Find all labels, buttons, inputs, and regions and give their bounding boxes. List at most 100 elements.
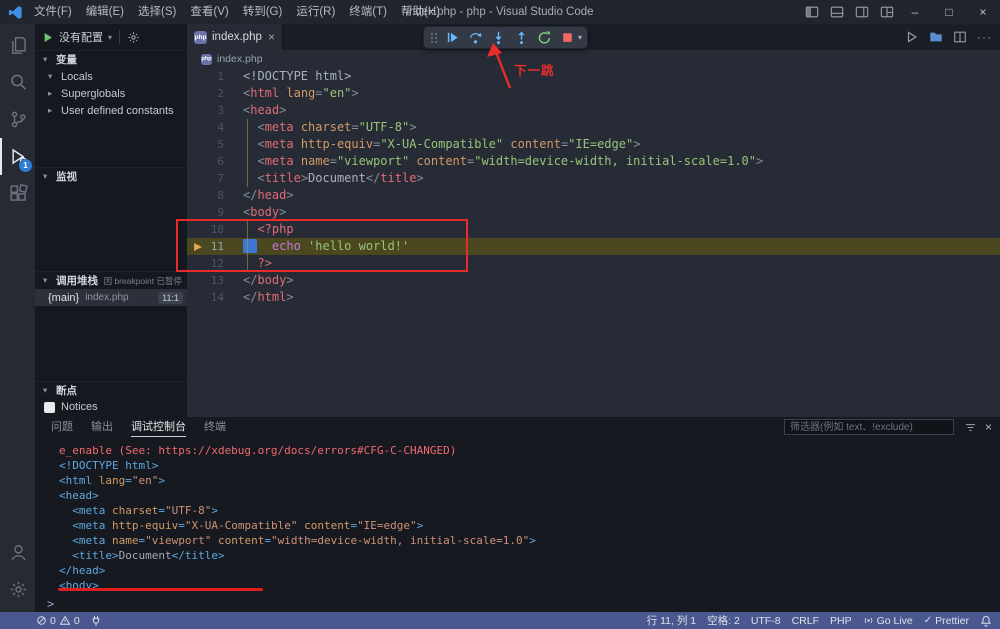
menu-item-0[interactable]: 文件(F) (27, 0, 79, 24)
menu-item-5[interactable]: 运行(R) (289, 0, 342, 24)
maximize-button[interactable]: □ (932, 0, 966, 24)
code-line-12[interactable]: 12 ?> (187, 255, 1000, 272)
run-configuration-select[interactable]: 没有配置 (59, 29, 103, 45)
account-button[interactable] (0, 534, 35, 571)
line-number: 6 (217, 155, 224, 168)
notifications-bell-icon[interactable] (980, 615, 992, 627)
sidebar-item-explorer[interactable] (0, 27, 35, 64)
breakpoints-section-header[interactable]: ▾ 断点 (35, 381, 187, 399)
sidebar-item-search[interactable] (0, 64, 35, 101)
code-line-9[interactable]: 9 <body> (187, 204, 1000, 221)
continue-button[interactable] (442, 28, 462, 48)
console-line-7: <meta name="viewport" content="width=dev… (72, 534, 536, 547)
close-button[interactable]: × (966, 0, 1000, 24)
toggle-sidebar-icon[interactable] (805, 5, 819, 19)
indentation[interactable]: 空格: 2 (707, 613, 740, 628)
console-filter-input[interactable] (784, 419, 954, 435)
console-line-1: e_enable (See: https://xdebug.org/docs/e… (59, 444, 457, 457)
panel-tab-0[interactable]: 问题 (51, 418, 73, 437)
toggle-secondary-sidebar-icon[interactable] (855, 5, 869, 19)
panel-tab-2[interactable]: 调试控制台 (131, 418, 186, 437)
code-line-5[interactable]: 5 <meta http-equiv="X-UA-Compatible" con… (187, 136, 1000, 153)
minimize-button[interactable]: – (898, 0, 932, 24)
panel-tab-1[interactable]: 输出 (91, 418, 113, 437)
toggle-panel-icon[interactable] (830, 5, 844, 19)
code-line-14[interactable]: 14 </html> (187, 289, 1000, 306)
variables-item-2[interactable]: ▸ User defined constants (35, 102, 187, 119)
restart-button[interactable] (534, 28, 554, 48)
code-line-11[interactable]: 11 echo 'hello world!' (187, 238, 1000, 255)
check-icon: ✓ (923, 615, 933, 626)
debug-toolbar: ▾ (423, 26, 589, 49)
line-content: <head> (243, 103, 287, 117)
panel-tab-3[interactable]: 终端 (204, 418, 226, 437)
status-bar-left: 0 0 (36, 615, 102, 627)
php-icon: php (194, 30, 207, 44)
settings-button[interactable] (0, 571, 35, 608)
filter-icon[interactable] (964, 421, 977, 434)
line-gutter: 13 (187, 272, 243, 289)
variables-section-header[interactable]: ▾ 变量 (35, 50, 187, 68)
code-lines: 1 <!DOCTYPE html> 2 <html lang="en"> 3 <head>… (187, 68, 1000, 417)
debug-settings-gear-icon[interactable] (127, 31, 140, 44)
eol-sequence[interactable]: CRLF (792, 615, 819, 627)
breakpoint-label: Notices (61, 401, 98, 413)
watch-section-header[interactable]: ▾ 监视 (35, 167, 187, 185)
start-debugging-icon[interactable] (41, 31, 54, 44)
menu-item-1[interactable]: 编辑(E) (79, 0, 131, 24)
sidebar-item-extensions[interactable] (0, 175, 35, 212)
line-content: <title>Document</title> (257, 171, 424, 185)
run-file-icon[interactable] (905, 30, 919, 44)
editor-group: php index.php × ··· ▾ php index.php 1 <!D… (187, 24, 1000, 417)
menu-bar: 文件(F) 编辑(E) 选择(S) 查看(V) 转到(G) 运行(R) 终端(T) 帮助(H) (27, 0, 447, 24)
code-line-2[interactable]: 2 <html lang="en"> (187, 85, 1000, 102)
line-gutter: 14 (187, 289, 243, 306)
stop-button[interactable] (557, 28, 577, 48)
variables-item-0[interactable]: ▾ Locals (35, 68, 187, 85)
variables-item-1[interactable]: ▸ Superglobals (35, 85, 187, 102)
sidebar-item-run-and-debug[interactable]: 1 (0, 138, 35, 175)
call-stack-section-header[interactable]: ▾ 调用堆栈 因 breakpoint 已暂停 (35, 271, 187, 289)
line-number: 9 (217, 206, 224, 219)
more-actions-icon[interactable]: ··· (977, 30, 992, 44)
breakpoint-checkbox[interactable] (44, 401, 55, 413)
toolbar-drag-handle[interactable] (429, 30, 439, 46)
menu-item-3[interactable]: 查看(V) (183, 0, 235, 24)
menu-item-2[interactable]: 选择(S) (131, 0, 183, 24)
problems-indicator[interactable]: 0 0 (36, 615, 80, 627)
code-line-10[interactable]: 10 <?php (187, 221, 1000, 238)
code-line-3[interactable]: 3 <head> (187, 102, 1000, 119)
console-prompt[interactable]: > (47, 597, 54, 611)
language-mode[interactable]: PHP (830, 615, 852, 627)
debug-session-dropdown-icon[interactable]: ▾ (578, 33, 582, 42)
call-stack-frame[interactable]: {main} index.php 11:1 (35, 289, 187, 306)
search-icon (9, 73, 28, 92)
code-line-1[interactable]: 1 <!DOCTYPE html> (187, 68, 1000, 85)
split-editor-icon[interactable] (953, 30, 967, 44)
line-content: echo 'hello world!' (243, 238, 409, 255)
close-panel-icon[interactable]: × (985, 420, 992, 434)
debug-port-indicator[interactable] (90, 615, 102, 627)
breadcrumb[interactable]: php index.php (187, 50, 1000, 68)
code-line-7[interactable]: 7 <title>Document</title> (187, 170, 1000, 187)
step-over-button[interactable] (465, 28, 485, 48)
menu-item-4[interactable]: 转到(G) (236, 0, 290, 24)
code-line-4[interactable]: 4 <meta charset="UTF-8"> (187, 119, 1000, 136)
open-folder-icon[interactable] (929, 30, 943, 44)
tab-index-php[interactable]: php index.php × (187, 24, 283, 50)
breakpoint-item[interactable]: Notices (35, 399, 187, 415)
error-count: 0 (50, 614, 56, 627)
go-live-button[interactable]: Go Live (863, 615, 913, 627)
menu-item-6[interactable]: 终端(T) (342, 0, 394, 24)
code-line-13[interactable]: 13 </body> (187, 272, 1000, 289)
tab-close-icon[interactable]: × (268, 31, 275, 43)
cursor-position[interactable]: 行 11, 列 1 (647, 613, 696, 628)
step-into-button[interactable] (488, 28, 508, 48)
customize-layout-icon[interactable] (880, 5, 894, 19)
code-line-6[interactable]: 6 <meta name="viewport" content="width=d… (187, 153, 1000, 170)
sidebar-item-source-control[interactable] (0, 101, 35, 138)
step-out-button[interactable] (511, 28, 531, 48)
encoding[interactable]: UTF-8 (751, 615, 781, 627)
prettier-button[interactable]: ✓ Prettier (924, 615, 969, 627)
code-line-8[interactable]: 8 </head> (187, 187, 1000, 204)
